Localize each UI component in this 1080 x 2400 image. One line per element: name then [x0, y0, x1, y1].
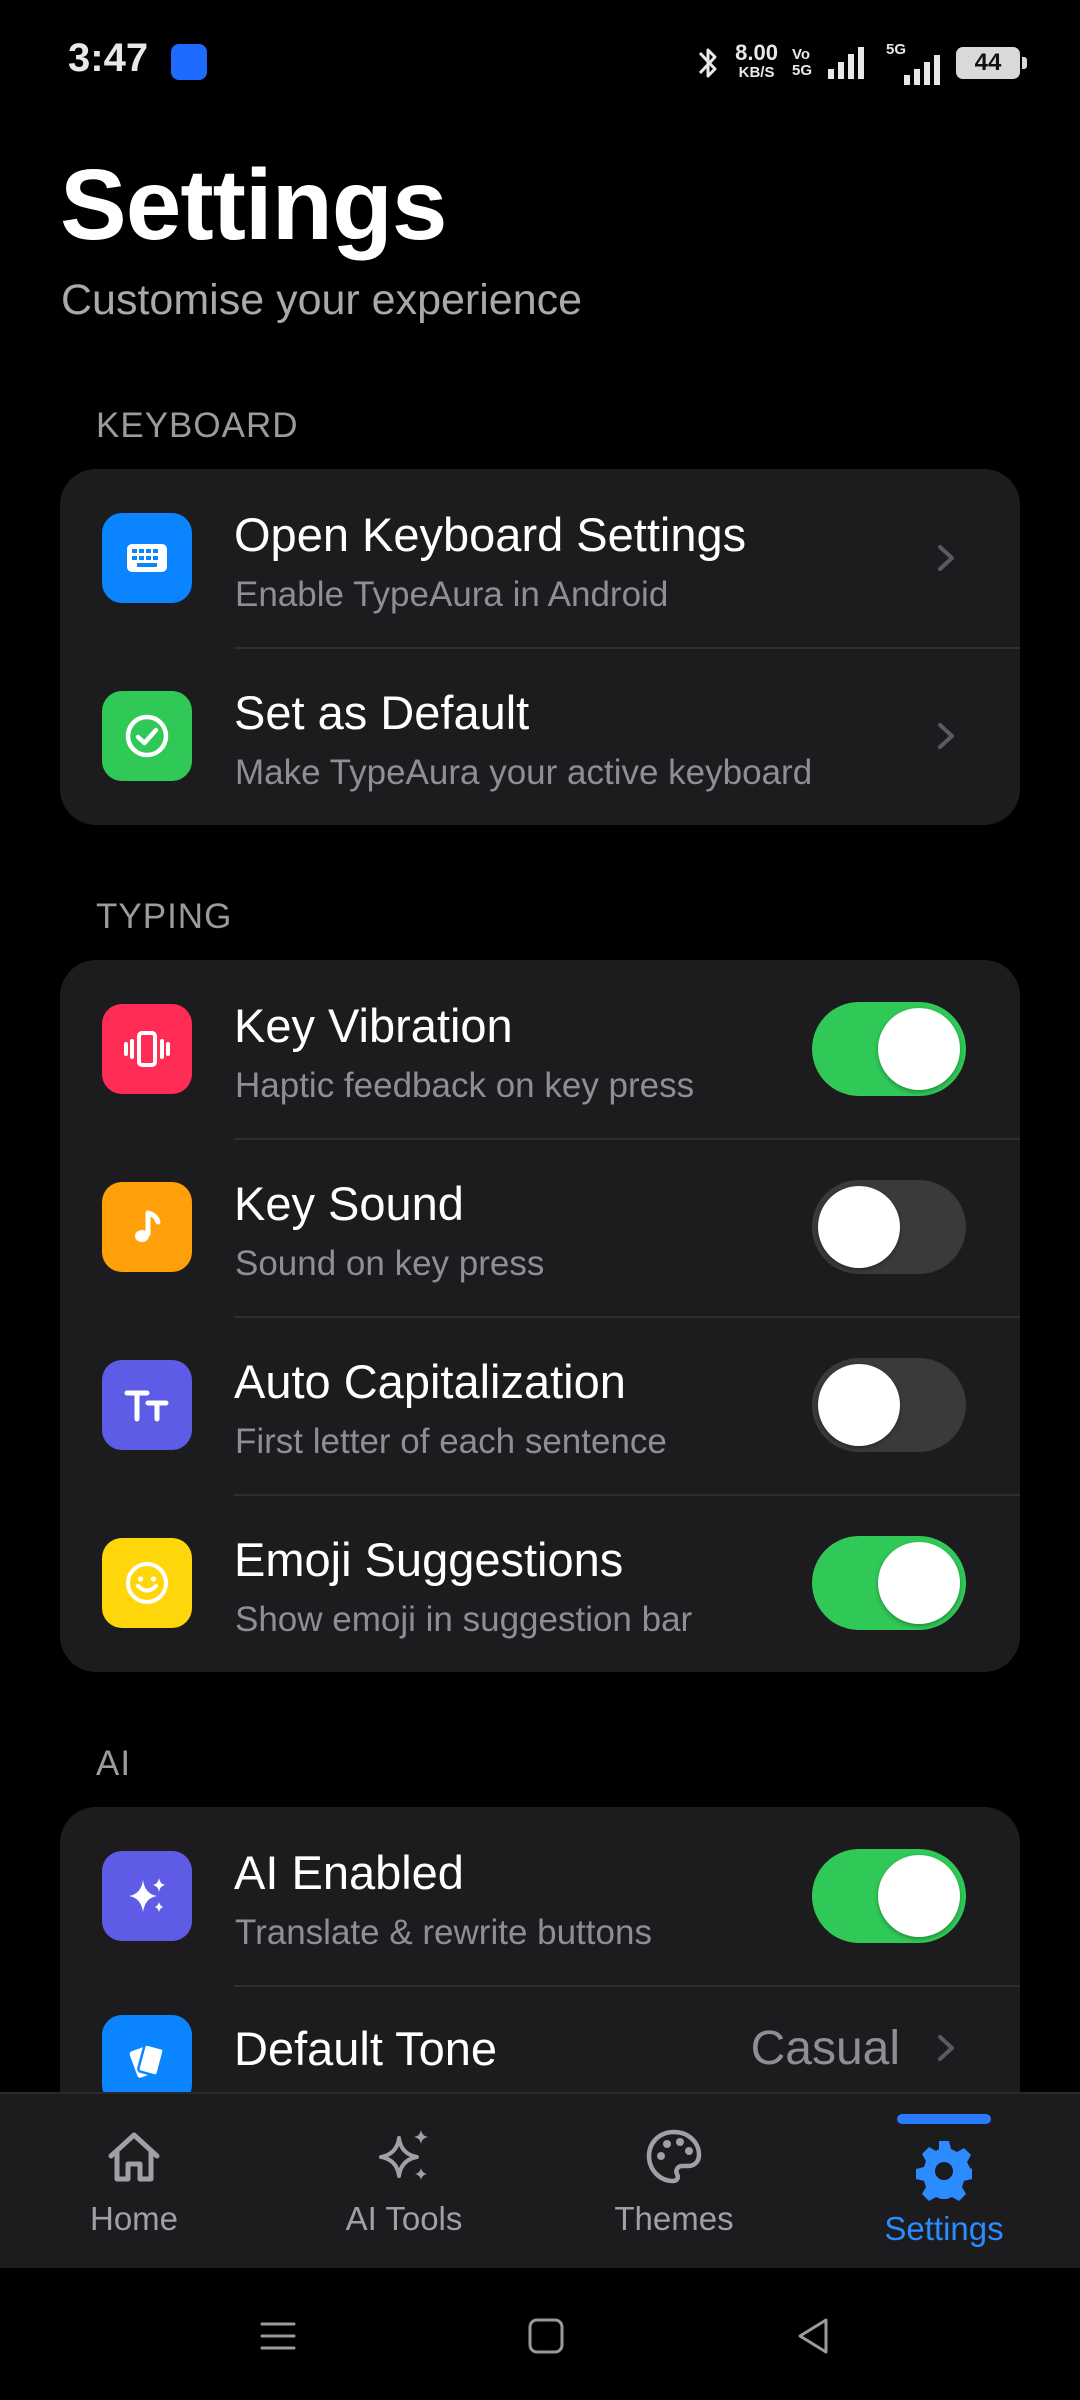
bluetooth-icon: [699, 48, 717, 78]
network-speed-unit: KB/S: [738, 64, 775, 81]
key-sound-toggle[interactable]: [812, 1180, 966, 1274]
row-subtitle: Translate & rewrite buttons: [235, 1913, 652, 1952]
row-subtitle: Haptic feedback on key press: [235, 1066, 695, 1105]
row-subtitle: Make TypeAura your active keyboard: [235, 753, 813, 792]
back-triangle-icon[interactable]: [790, 2312, 838, 2360]
volte-indicator: Vo 5G: [792, 47, 812, 79]
nav-label: Home: [89, 2200, 179, 2237]
nav-label: AI Tools: [345, 2200, 463, 2237]
nav-label: Settings: [884, 2210, 1004, 2247]
volte-indicator-bottom: 5G: [791, 62, 812, 79]
nav-item-settings[interactable]: Settings: [834, 2094, 1054, 2270]
gear-icon: [916, 2141, 972, 2201]
row-subtitle: First letter of each sentence: [235, 1422, 667, 1461]
toggle-knob: [878, 1008, 960, 1090]
set-as-default-row[interactable]: Set as Default Make TypeAura your active…: [60, 647, 1020, 825]
row-title: Open Keyboard Settings: [234, 508, 747, 561]
active-tab-indicator: [897, 2114, 991, 2124]
text-case-icon: [102, 1360, 192, 1450]
nav-item-ai-tools[interactable]: AI Tools: [294, 2094, 514, 2270]
network-speed-value: 8.00: [735, 40, 778, 65]
keyboard-card: Open Keyboard Settings Enable TypeAura i…: [60, 469, 1020, 825]
nav-item-home[interactable]: Home: [24, 2094, 244, 2270]
section-label-keyboard: KEYBOARD: [96, 406, 299, 445]
key-vibration-row: Key Vibration Haptic feedback on key pre…: [60, 960, 1020, 1138]
row-title: Emoji Suggestions: [234, 1533, 624, 1586]
default-tone-value: Casual: [750, 2022, 900, 2075]
row-subtitle: Enable TypeAura in Android: [235, 575, 669, 614]
palette-icon: [646, 2129, 702, 2184]
typing-card: Key Vibration Haptic feedback on key pre…: [60, 960, 1020, 1672]
section-label-typing: TYPING: [96, 897, 233, 936]
auto-capitalization-toggle[interactable]: [812, 1358, 966, 1452]
home-icon: [108, 2132, 160, 2182]
ai-enabled-toggle[interactable]: [812, 1849, 966, 1943]
row-title: Key Sound: [234, 1177, 464, 1230]
smiley-icon: [102, 1538, 192, 1628]
network-speed: 8.00 KB/S: [735, 40, 778, 83]
chevron-right-icon: [926, 2029, 964, 2067]
sparkles-icon: [379, 2130, 428, 2180]
key-vibration-toggle[interactable]: [812, 1002, 966, 1096]
toggle-knob: [818, 1186, 900, 1268]
row-title: Auto Capitalization: [234, 1355, 626, 1408]
toggle-knob: [878, 1855, 960, 1937]
row-title: AI Enabled: [234, 1846, 464, 1899]
emoji-suggestions-toggle[interactable]: [812, 1536, 966, 1630]
toggle-knob: [818, 1364, 900, 1446]
vibration-icon: [102, 1004, 192, 1094]
toggle-knob: [878, 1542, 960, 1624]
check-circle-icon: [102, 691, 192, 781]
section-label-ai: AI: [96, 1744, 132, 1783]
app-notification-icon: [171, 44, 207, 80]
status-bar: 3:47 8.00 KB/S Vo 5G 5G 44: [0, 0, 1080, 120]
system-navigation-bar: [0, 2268, 1080, 2400]
page-title: Settings: [60, 149, 447, 261]
home-square-icon[interactable]: [522, 2312, 570, 2360]
chevron-right-icon: [926, 539, 964, 577]
status-icons: 8.00 KB/S Vo 5G 5G 44: [695, 36, 1027, 90]
key-sound-row: Key Sound Sound on key press: [60, 1138, 1020, 1316]
nav-item-themes[interactable]: Themes: [564, 2094, 784, 2270]
row-subtitle: Show emoji in suggestion bar: [235, 1600, 693, 1639]
row-subtitle: Sound on key press: [235, 1244, 545, 1283]
keyboard-icon: [102, 513, 192, 603]
battery-indicator: 44: [956, 47, 1027, 79]
page-subtitle: Customise your experience: [61, 276, 583, 324]
recents-menu-icon[interactable]: [254, 2312, 302, 2360]
status-time: 3:47: [68, 36, 149, 80]
chevron-right-icon: [926, 717, 964, 755]
auto-capitalization-row: Auto Capitalization First letter of each…: [60, 1316, 1020, 1494]
bottom-navigation: Home AI Tools Themes Settings: [0, 2092, 1080, 2270]
music-note-icon: [102, 1182, 192, 1272]
row-title: Set as Default: [234, 686, 530, 739]
nav-label: Themes: [614, 2200, 734, 2237]
signal-5g-icon: 5G: [880, 41, 942, 85]
ai-enabled-row: AI Enabled Translate & rewrite buttons: [60, 1807, 1020, 1985]
emoji-suggestions-row: Emoji Suggestions Show emoji in suggesti…: [60, 1494, 1020, 1672]
row-title: Default Tone: [234, 2022, 498, 2075]
open-keyboard-settings-row[interactable]: Open Keyboard Settings Enable TypeAura i…: [60, 469, 1020, 647]
volte-indicator-top: Vo: [791, 46, 811, 63]
sparkles-icon: [102, 1851, 192, 1941]
row-title: Key Vibration: [234, 999, 513, 1052]
signal-icon: [828, 47, 864, 79]
